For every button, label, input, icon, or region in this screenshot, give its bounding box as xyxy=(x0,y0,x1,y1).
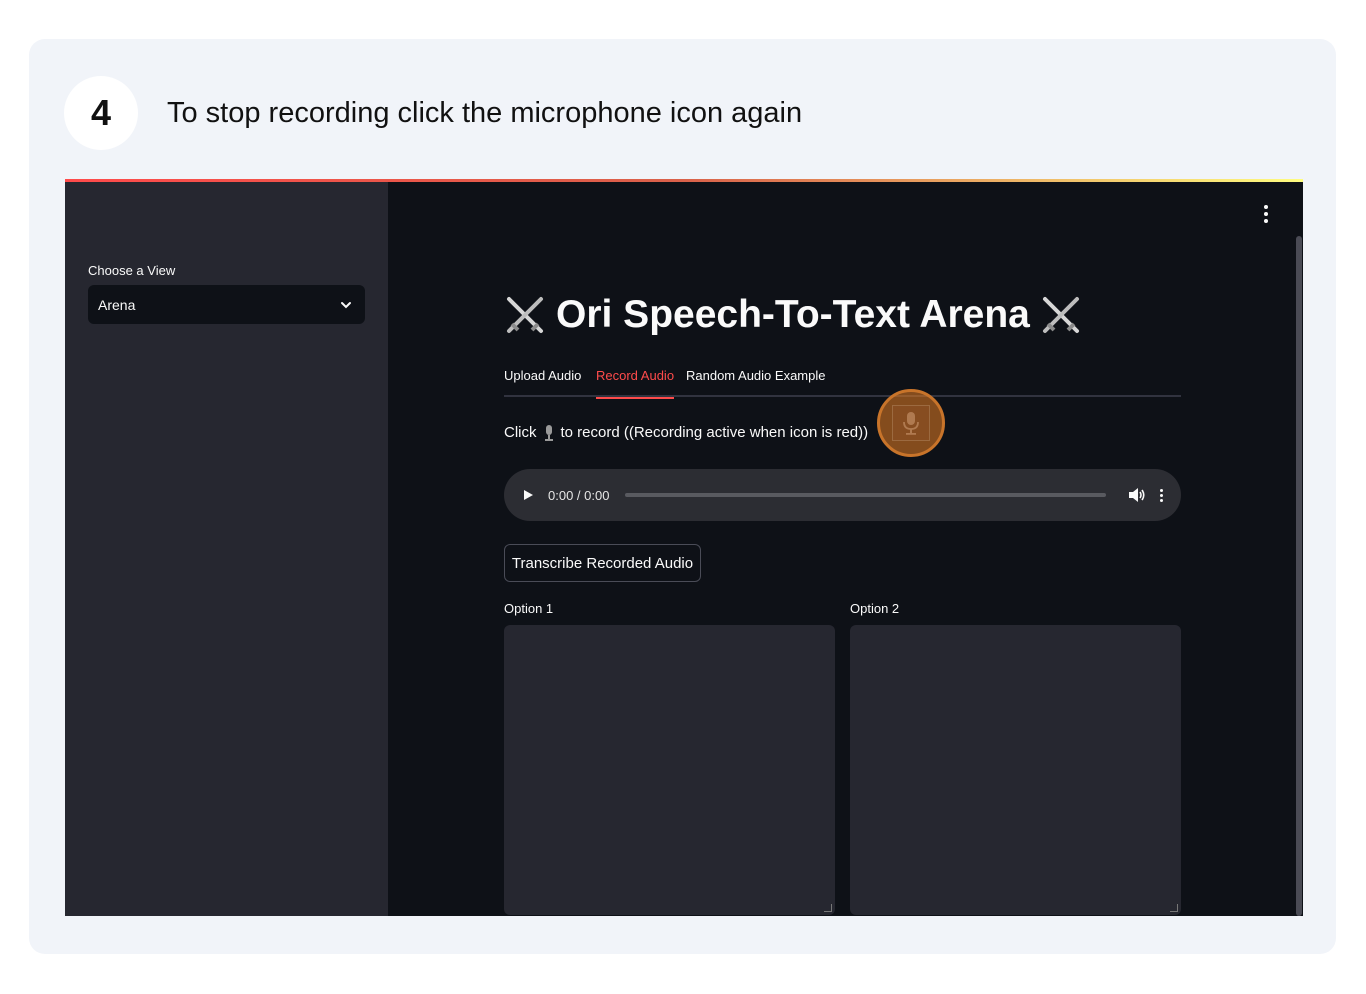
view-select[interactable]: Arena xyxy=(88,285,365,324)
record-microphone-button[interactable] xyxy=(892,405,930,441)
view-select-label: Choose a View xyxy=(88,263,176,278)
app-screenshot: Choose a View Arena Ori Speech-To-Text A… xyxy=(65,179,1303,916)
page-title: Ori Speech-To-Text Arena xyxy=(504,291,1082,339)
view-select-value: Arena xyxy=(98,296,136,313)
audio-player: 0:00 / 0:00 xyxy=(504,469,1181,521)
option-1-label: Option 1 xyxy=(504,601,554,616)
chevron-down-icon xyxy=(341,301,351,308)
page-title-text: Ori Speech-To-Text Arena xyxy=(556,293,1030,336)
transcribe-recorded-audio-button[interactable]: Transcribe Recorded Audio xyxy=(504,544,701,582)
tab-record-audio[interactable]: Record Audio xyxy=(596,367,675,399)
resize-handle[interactable] xyxy=(1170,904,1178,912)
audio-progress-slider[interactable] xyxy=(625,493,1106,497)
audio-time: 0:00 / 0:00 xyxy=(548,487,610,503)
record-instruction-end: to record ((Recording active when icon i… xyxy=(560,424,869,441)
resize-handle[interactable] xyxy=(824,904,832,912)
sidebar: Choose a View Arena xyxy=(65,182,388,916)
option-1-textarea[interactable] xyxy=(504,625,835,915)
tab-upload-audio[interactable]: Upload Audio xyxy=(504,367,581,397)
volume-icon[interactable] xyxy=(1128,487,1146,503)
record-instruction: Click to record ((Recording active when … xyxy=(504,424,868,441)
record-button-highlight[interactable] xyxy=(877,389,945,457)
play-icon[interactable] xyxy=(522,489,534,501)
record-instruction-start: Click xyxy=(504,424,537,441)
option-2-label: Option 2 xyxy=(850,601,900,616)
option-2-textarea[interactable] xyxy=(850,625,1181,915)
step-instruction: To stop recording click the microphone i… xyxy=(167,97,803,129)
step-number: 4 xyxy=(64,76,138,150)
microphone-icon xyxy=(544,424,553,441)
microphone-icon xyxy=(903,412,919,435)
crossed-swords-icon xyxy=(1042,297,1079,333)
tutorial-card: 4 To stop recording click the microphone… xyxy=(29,39,1336,954)
main-scrollbar[interactable] xyxy=(1296,236,1302,916)
crossed-swords-icon xyxy=(507,297,543,333)
audio-source-tabs: Upload Audio Record Audio Random Audio E… xyxy=(504,365,1181,399)
audio-options-kebab-icon[interactable] xyxy=(1160,488,1163,502)
tab-random-audio-example[interactable]: Random Audio Example xyxy=(686,367,825,397)
main-menu-kebab-icon[interactable] xyxy=(1256,203,1276,225)
